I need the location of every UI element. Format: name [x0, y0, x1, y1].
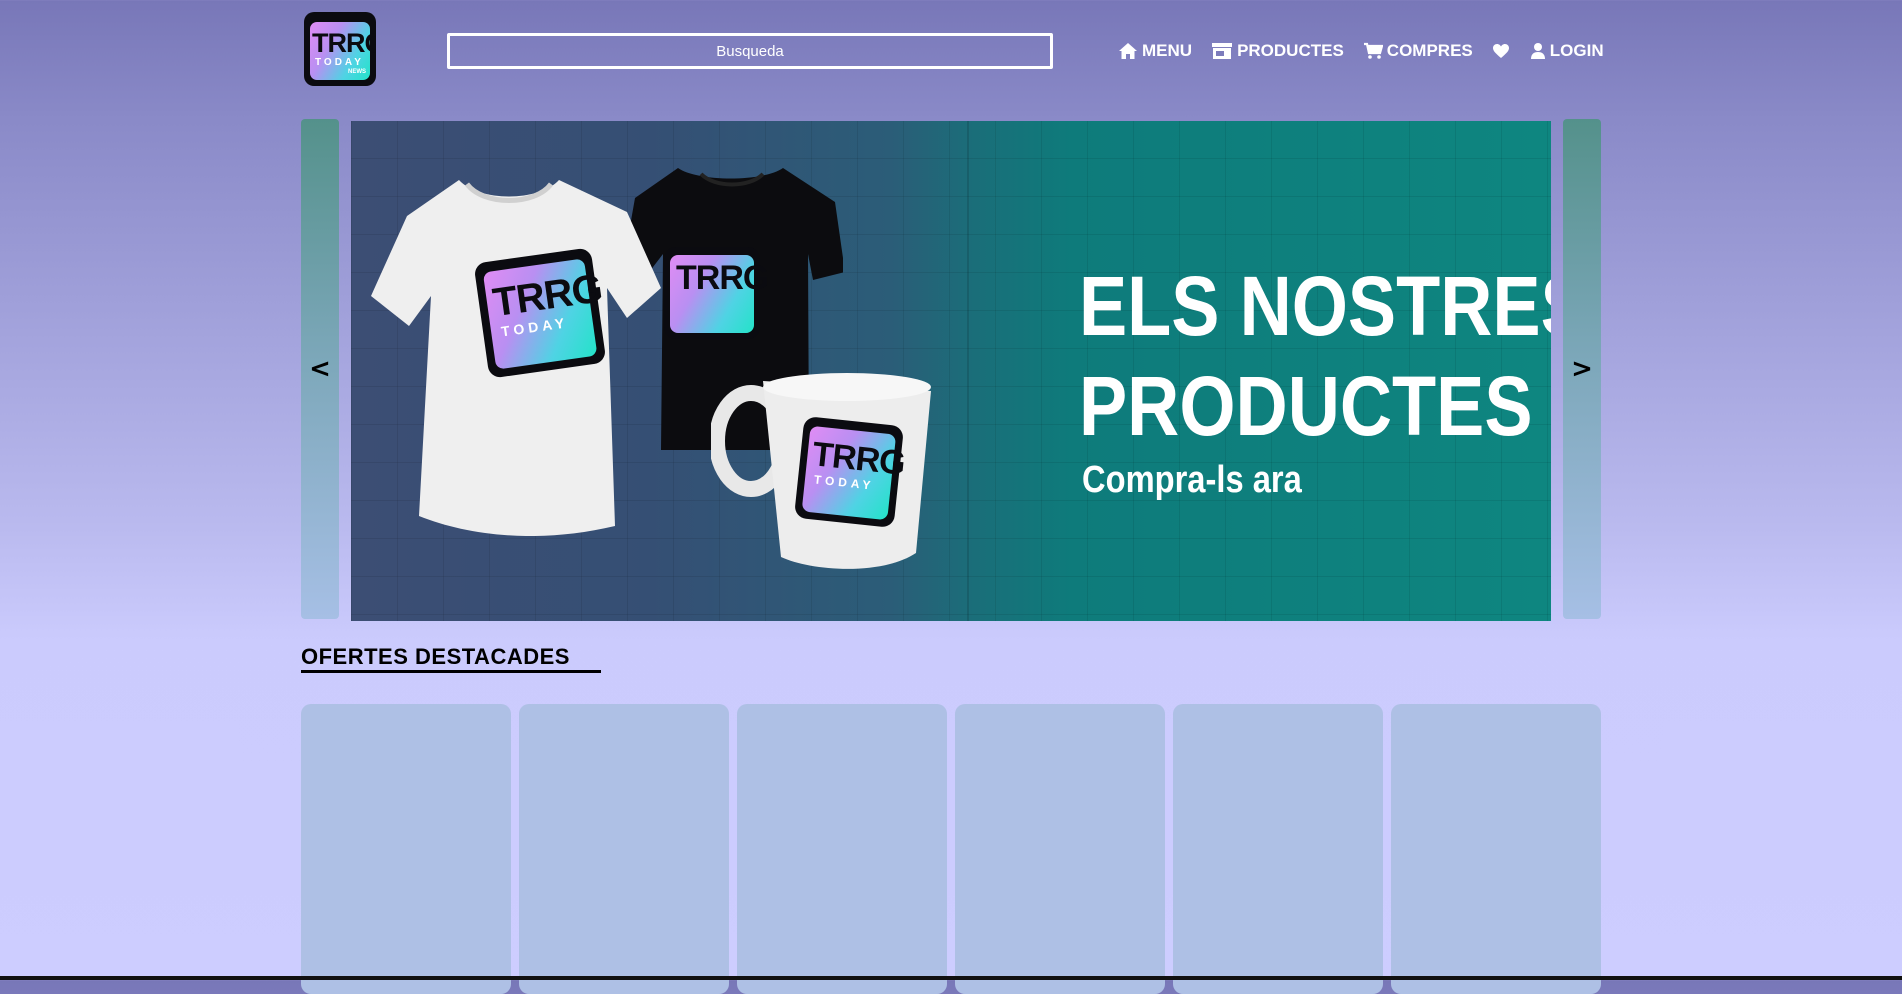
nav-login-label: LOGIN — [1549, 41, 1604, 60]
home-icon — [1119, 43, 1137, 59]
user-icon — [1530, 43, 1545, 59]
carousel-slide[interactable]: TRRG TRRG TODAY TRRG TODAY ELS NOSTRES P… — [351, 121, 1551, 621]
mug-print: TRRG TODAY — [793, 416, 906, 528]
black-tshirt-print: TRRG — [664, 247, 769, 339]
slide-headline: ELS NOSTRES PRODUCTES — [1079, 256, 1551, 456]
nav-menu[interactable]: MENU — [1118, 41, 1192, 61]
offers-card-list — [301, 704, 1601, 994]
slide-subtitle: Compra-ls ara — [1082, 459, 1302, 501]
carousel-next-button[interactable]: > — [1563, 119, 1601, 619]
nav-productes-label: PRODUCTES — [1237, 41, 1344, 60]
slide-headline-line2: PRODUCTES — [1079, 359, 1533, 453]
offers-section-title: OFERTES DESTACADES — [301, 644, 570, 669]
logo-text-sub: TODAY — [315, 57, 364, 68]
carousel-next-label: > — [1571, 354, 1593, 384]
window-bottom-border — [0, 976, 1902, 980]
offer-card[interactable] — [301, 704, 511, 994]
heart-icon — [1492, 44, 1509, 58]
store-icon — [1212, 43, 1233, 59]
logo-text-small: NEWS — [348, 69, 366, 75]
logo-text-main: TRRG — [312, 28, 376, 58]
offer-card[interactable] — [737, 704, 947, 994]
offer-card[interactable] — [1173, 704, 1383, 994]
offers-title-underline — [301, 670, 601, 673]
nav-login[interactable]: LOGIN — [1530, 41, 1604, 61]
nav-favorites[interactable] — [1492, 43, 1514, 59]
offer-card[interactable] — [1391, 704, 1601, 994]
nav-menu-label: MENU — [1142, 41, 1193, 60]
site-logo[interactable]: TRRG TODAY NEWS — [304, 12, 376, 86]
main-nav: MENU PRODUCTES COMPRES LOGIN — [1118, 36, 1623, 66]
nav-compres[interactable]: COMPRES — [1363, 41, 1473, 61]
black-tshirt-print-text: TRRG — [676, 259, 769, 297]
slide-headline-line1: ELS NOSTRES — [1079, 259, 1551, 353]
carousel-prev-label: < — [309, 354, 331, 384]
cart-icon — [1363, 42, 1383, 59]
banner-divider — [967, 121, 969, 621]
offer-card[interactable] — [955, 704, 1165, 994]
white-tshirt-print: TRRG TODAY — [473, 247, 607, 379]
nav-productes[interactable]: PRODUCTES — [1211, 41, 1344, 61]
offer-card[interactable] — [519, 704, 729, 994]
carousel-prev-button[interactable]: < — [301, 119, 339, 619]
nav-compres-label: COMPRES — [1386, 41, 1473, 60]
search-input[interactable] — [447, 33, 1053, 69]
